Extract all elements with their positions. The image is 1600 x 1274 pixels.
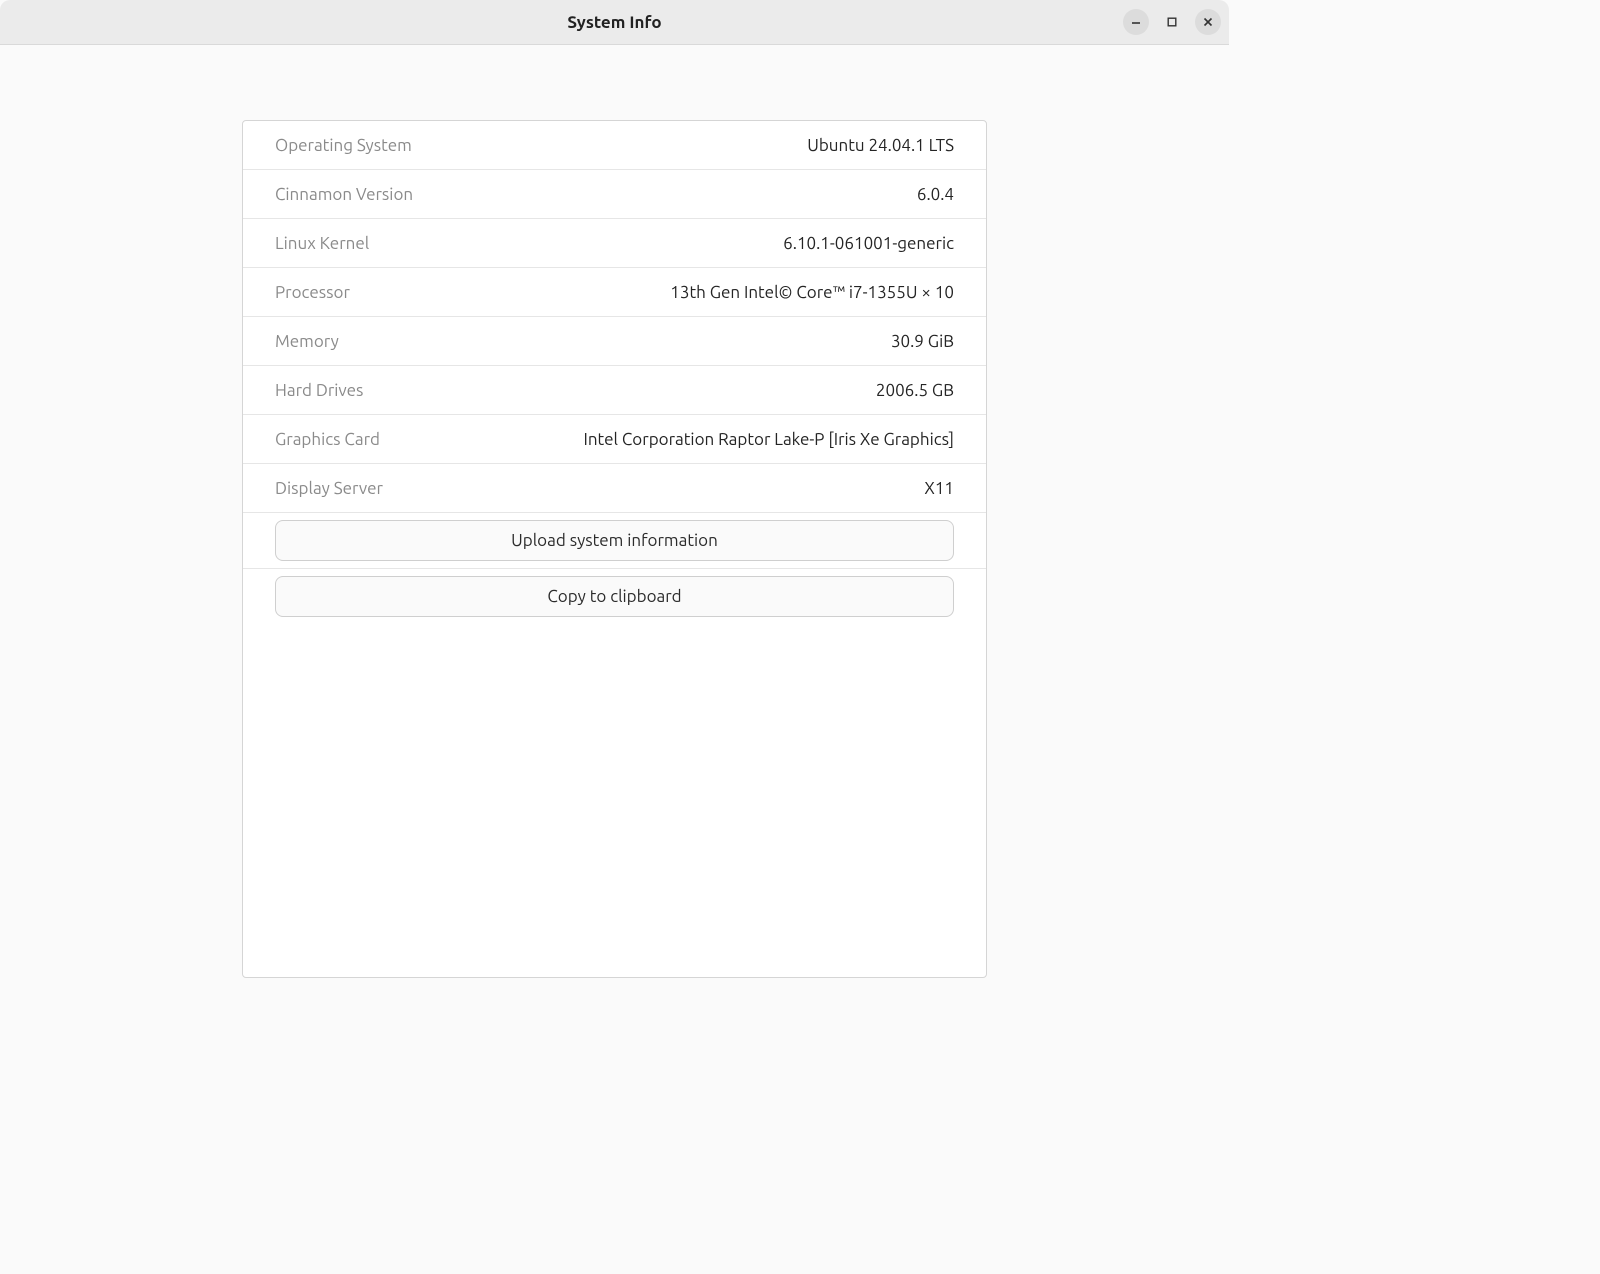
copy-button-label: Copy to clipboard xyxy=(547,587,681,606)
row-display-server: Display Server X11 xyxy=(243,464,986,513)
value-cinnamon-version: 6.0.4 xyxy=(917,185,954,204)
upload-system-info-button[interactable]: Upload system information xyxy=(275,520,954,561)
row-hard-drives: Hard Drives 2006.5 GB xyxy=(243,366,986,415)
label-processor: Processor xyxy=(275,283,350,302)
upload-button-label: Upload system information xyxy=(511,531,718,550)
label-linux-kernel: Linux Kernel xyxy=(275,234,369,253)
close-button[interactable] xyxy=(1195,9,1221,35)
close-icon xyxy=(1202,16,1214,28)
maximize-icon xyxy=(1166,16,1178,28)
row-cinnamon-version: Cinnamon Version 6.0.4 xyxy=(243,170,986,219)
info-panel: Operating System Ubuntu 24.04.1 LTS Cinn… xyxy=(242,120,987,978)
system-info-window: System Info Operating System xyxy=(0,0,1229,978)
content-area: Operating System Ubuntu 24.04.1 LTS Cinn… xyxy=(0,45,1229,978)
label-cinnamon-version: Cinnamon Version xyxy=(275,185,413,204)
titlebar: System Info xyxy=(0,0,1229,45)
minimize-button[interactable] xyxy=(1123,9,1149,35)
row-operating-system: Operating System Ubuntu 24.04.1 LTS xyxy=(243,121,986,170)
label-display-server: Display Server xyxy=(275,479,383,498)
window-controls xyxy=(1123,9,1221,35)
label-hard-drives: Hard Drives xyxy=(275,381,363,400)
row-graphics-card: Graphics Card Intel Corporation Raptor L… xyxy=(243,415,986,464)
row-linux-kernel: Linux Kernel 6.10.1-061001-generic xyxy=(243,219,986,268)
label-operating-system: Operating System xyxy=(275,136,412,155)
value-operating-system: Ubuntu 24.04.1 LTS xyxy=(807,136,954,155)
value-graphics-card: Intel Corporation Raptor Lake-P [Iris Xe… xyxy=(583,430,954,449)
copy-to-clipboard-button[interactable]: Copy to clipboard xyxy=(275,576,954,617)
value-linux-kernel: 6.10.1-061001-generic xyxy=(783,234,954,253)
maximize-button[interactable] xyxy=(1159,9,1185,35)
value-hard-drives: 2006.5 GB xyxy=(876,381,954,400)
row-memory: Memory 30.9 GiB xyxy=(243,317,986,366)
value-memory: 30.9 GiB xyxy=(891,332,954,351)
label-graphics-card: Graphics Card xyxy=(275,430,380,449)
window-title: System Info xyxy=(567,13,661,32)
row-processor: Processor 13th Gen Intel© Core™ i7-1355U… xyxy=(243,268,986,317)
minimize-icon xyxy=(1130,16,1142,28)
value-display-server: X11 xyxy=(924,479,954,498)
button-row-upload: Upload system information xyxy=(243,513,986,569)
value-processor: 13th Gen Intel© Core™ i7-1355U × 10 xyxy=(670,283,954,302)
label-memory: Memory xyxy=(275,332,339,351)
button-row-copy: Copy to clipboard xyxy=(243,569,986,624)
